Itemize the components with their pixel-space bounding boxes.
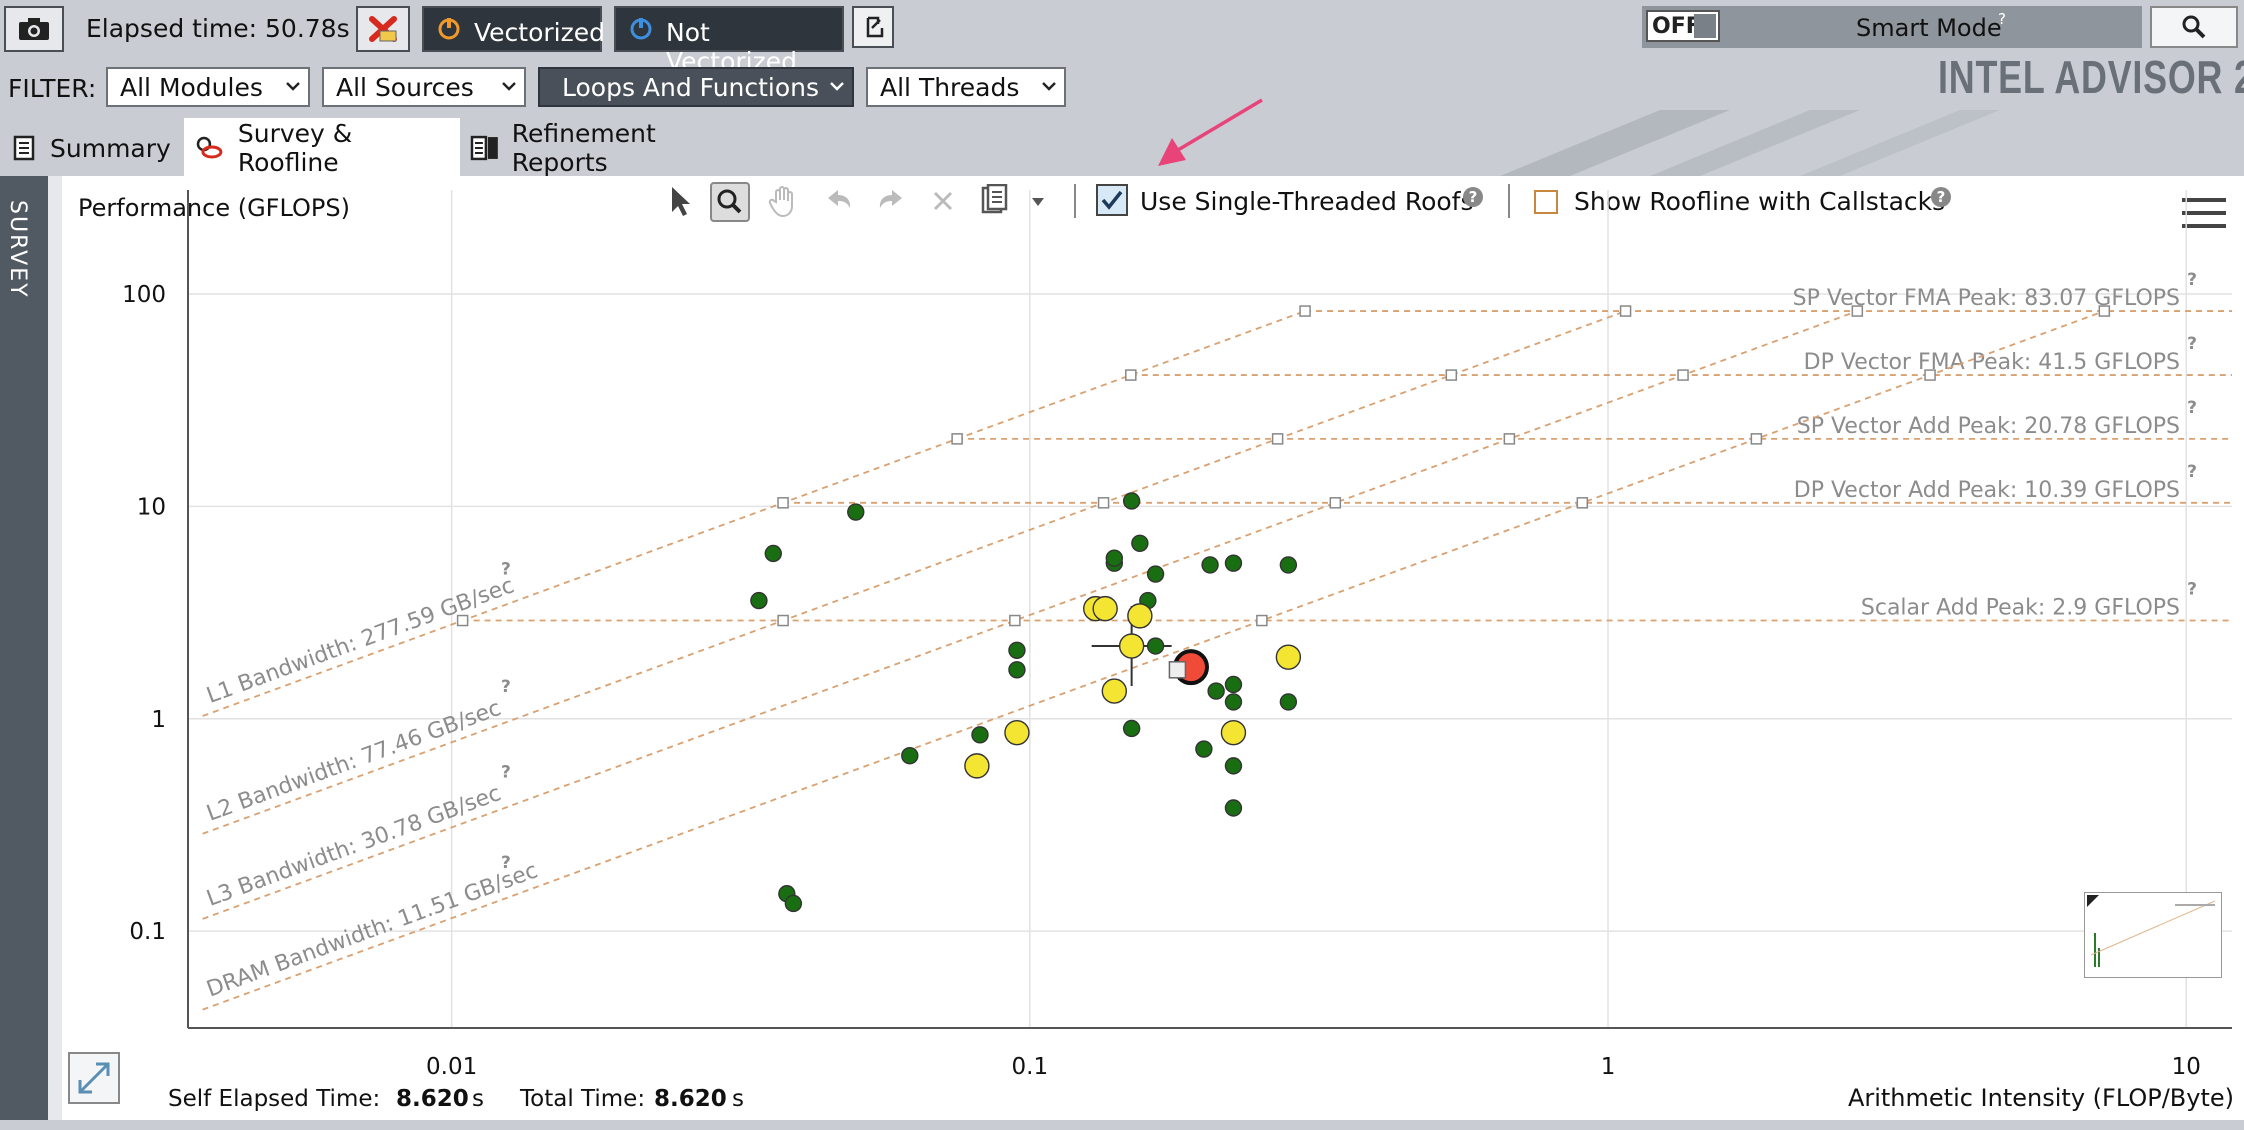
y-tick-label: 0.1 — [129, 919, 166, 945]
roof-help-icon: ? — [501, 559, 511, 579]
roof-help-icon: ? — [501, 762, 511, 782]
roof-intersection-marker — [1329, 497, 1342, 509]
bandwidth-roof-label: L1 Bandwidth: 277.59 GB/sec — [204, 573, 518, 709]
data-point — [964, 753, 990, 779]
roof-intersection-marker — [777, 614, 789, 627]
overview-thumbnail[interactable] — [2084, 892, 2222, 978]
data-point — [1092, 595, 1118, 622]
data-point — [1127, 603, 1153, 629]
roof-intersection-marker — [2098, 305, 2111, 317]
roof-intersection-marker — [1677, 369, 1689, 381]
data-point — [1008, 661, 1026, 679]
self-elapsed-time-label: Self Elapsed Time: — [168, 1086, 381, 1112]
thumbnail-preview — [2087, 895, 2216, 967]
roof-intersection-marker — [1125, 369, 1137, 381]
data-point — [1118, 633, 1145, 659]
data-point — [1131, 534, 1149, 552]
data-point — [1105, 549, 1124, 567]
roof-intersection-marker — [951, 433, 963, 445]
x-tick-label: 0.1 — [1012, 1054, 1049, 1080]
roof-help-icon: ? — [2187, 398, 2197, 418]
roof-help-icon: ? — [2187, 462, 2197, 482]
roof-intersection-marker — [1750, 433, 1763, 445]
data-point — [750, 591, 768, 610]
expand-icon — [78, 1062, 110, 1094]
data-point — [1224, 554, 1243, 572]
roof-help-icon: ? — [2187, 270, 2197, 290]
annotation-arrow-head — [1158, 138, 1186, 166]
data-point — [1008, 641, 1026, 660]
data-point — [847, 503, 865, 521]
compute-roof-label: DP Vector Add Peak: 10.39 GFLOPS — [1794, 478, 2180, 503]
data-point — [1224, 757, 1243, 775]
roof-intersection-marker — [1299, 305, 1311, 317]
total-time-value: 8.620 — [654, 1086, 727, 1112]
data-point — [901, 746, 919, 765]
self-elapsed-time-value: 8.620 — [396, 1086, 469, 1112]
data-point — [1224, 799, 1243, 817]
roof-intersection-marker — [1097, 497, 1110, 509]
data-point — [1146, 565, 1165, 583]
roof-intersection-marker — [1619, 305, 1632, 317]
roof-help-icon: ? — [2187, 334, 2197, 354]
data-point — [1207, 682, 1225, 700]
x-tick-label: 0.01 — [426, 1054, 477, 1080]
data-point — [1275, 644, 1302, 670]
roof-intersection-marker — [1576, 497, 1589, 509]
roof-intersection-marker — [456, 614, 469, 627]
roof-help-icon: ? — [501, 677, 511, 697]
x-tick-label: 1 — [1601, 1054, 1616, 1080]
total-time-label: Total Time: — [520, 1086, 646, 1112]
roof-intersection-marker — [1503, 433, 1516, 445]
total-time-unit: s — [732, 1086, 744, 1112]
roof-help-icon: ? — [2187, 580, 2197, 600]
compute-roof-label: SP Vector Add Peak: 20.78 GFLOPS — [1797, 414, 2180, 439]
roof-help-icon: ? — [501, 853, 511, 873]
x-tick-label: 10 — [2172, 1054, 2201, 1080]
y-tick-label: 10 — [137, 494, 166, 520]
y-tick-label: 100 — [122, 282, 166, 308]
compute-roof-label: SP Vector FMA Peak: 83.07 GFLOPS — [1793, 286, 2180, 311]
selection-marker — [1168, 661, 1187, 679]
compute-roof-label: DP Vector FMA Peak: 41.5 GFLOPS — [1804, 350, 2180, 375]
roof-intersection-marker — [1271, 433, 1284, 445]
roof-intersection-marker — [1009, 614, 1021, 627]
data-point — [1220, 719, 1247, 746]
roof-intersection-marker — [1851, 305, 1864, 317]
data-point — [764, 544, 782, 563]
roof-intersection-marker — [777, 497, 789, 509]
expand-button[interactable] — [68, 1052, 120, 1104]
data-point — [1004, 719, 1030, 746]
y-tick-label: 1 — [151, 707, 166, 733]
data-point — [1195, 740, 1213, 758]
data-point — [1279, 556, 1298, 574]
data-point — [1224, 693, 1243, 711]
roof-intersection-marker — [1924, 369, 1936, 381]
data-point — [1122, 719, 1141, 738]
data-point — [1201, 556, 1219, 574]
data-point — [1224, 675, 1243, 694]
data-point — [1101, 678, 1128, 704]
roof-intersection-marker — [1445, 369, 1458, 381]
self-elapsed-time-unit: s — [472, 1086, 484, 1112]
data-point — [1279, 693, 1298, 711]
data-point — [1122, 492, 1141, 510]
annotation-arrow-line — [1177, 98, 1263, 152]
bottom-strip — [0, 1120, 2244, 1130]
data-point — [784, 894, 803, 913]
roof-intersection-marker — [1256, 614, 1268, 627]
roofline-chart[interactable]: 0.01 0.1 1 10 0.1 1 10 100 SP Vector FMA Peak: 8… — [0, 0, 2244, 1130]
compute-roof-label: Scalar Add Peak: 2.9 GFLOPS — [1861, 596, 2180, 621]
data-point — [971, 726, 989, 744]
data-point — [1146, 637, 1165, 655]
